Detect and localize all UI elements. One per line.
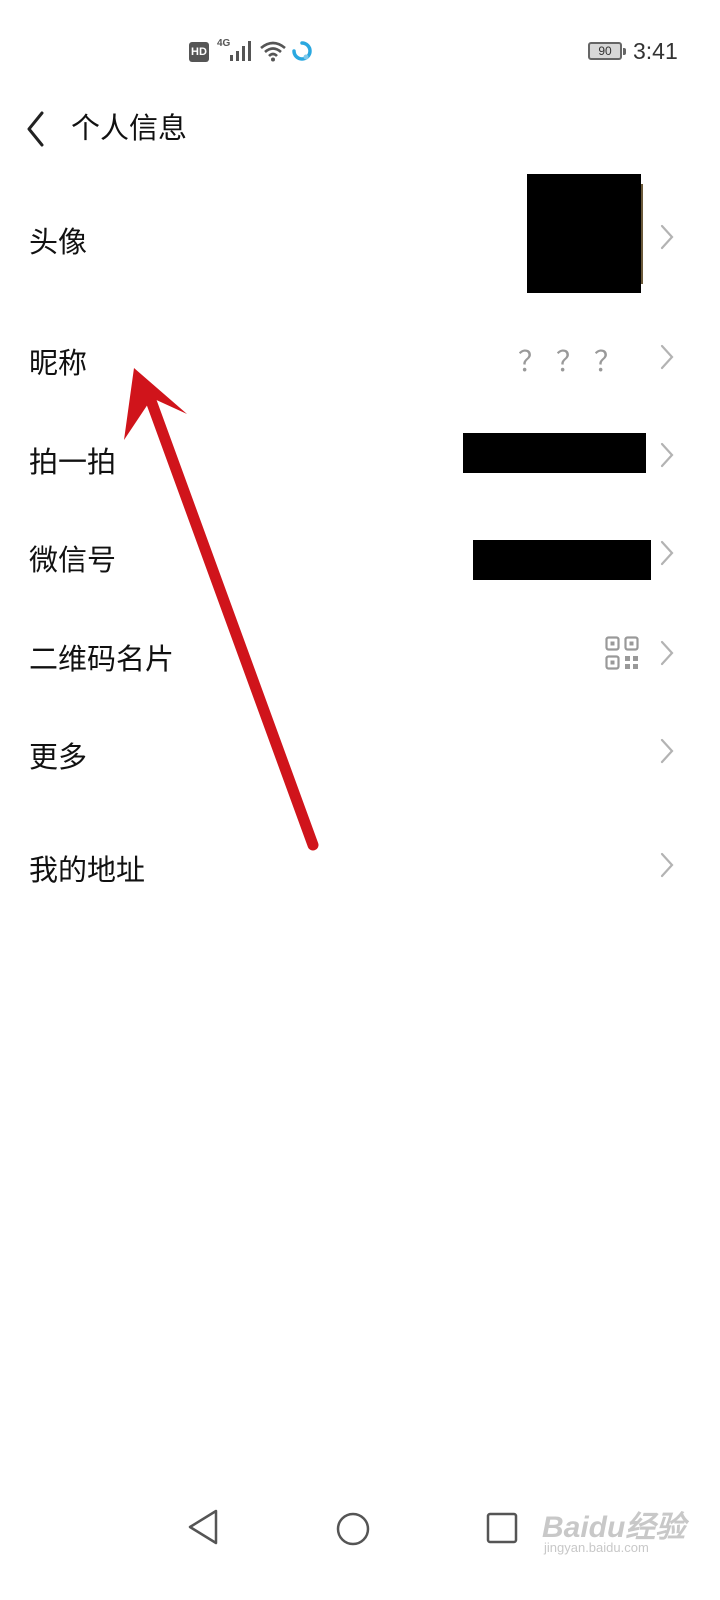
signal-icon — [230, 41, 251, 61]
chevron-right-icon — [660, 442, 674, 468]
battery-icon: 90 — [588, 42, 626, 60]
nav-back-icon[interactable] — [186, 1508, 220, 1546]
row-label: 更多 — [29, 740, 88, 774]
redacted-pat-value — [463, 433, 646, 473]
qr-code-icon — [605, 636, 639, 670]
row-label: 微信号 — [29, 543, 117, 577]
chevron-right-icon — [660, 540, 674, 566]
chevron-left-icon[interactable] — [16, 101, 56, 149]
row-label: 我的地址 — [29, 853, 146, 887]
header: 个人信息 — [0, 95, 720, 155]
chevron-right-icon — [660, 852, 674, 878]
app-notification-icon — [292, 41, 312, 61]
nav-recent-icon[interactable] — [486, 1512, 518, 1544]
nickname-value: ？？？ — [517, 346, 632, 377]
list-item-address[interactable]: 我的地址 — [0, 820, 720, 910]
redacted-wechat-id-value — [473, 540, 651, 580]
chevron-right-icon — [660, 344, 674, 370]
avatar[interactable] — [527, 174, 641, 293]
chevron-right-icon — [660, 738, 674, 764]
list-item-nickname[interactable]: 昵称 ？？？ — [0, 315, 720, 400]
watermark-sub: jingyan.baidu.com — [544, 1540, 649, 1555]
row-label: 拍一拍 — [29, 445, 117, 479]
row-label: 二维码名片 — [29, 642, 175, 676]
chevron-right-icon — [660, 224, 674, 250]
list-item-more[interactable]: 更多 — [0, 710, 720, 800]
row-label: 头像 — [29, 225, 88, 259]
wifi-icon — [260, 41, 286, 62]
status-time: 3:41 — [633, 38, 678, 64]
chevron-right-icon — [660, 640, 674, 666]
watermark: Baidu经验 jingyan.baidu.com — [540, 1500, 710, 1560]
row-label: 昵称 — [29, 346, 88, 380]
hd-icon: HD — [189, 42, 209, 62]
status-bar: HD 4G 90 3:41 — [0, 0, 720, 100]
nav-home-icon[interactable] — [336, 1512, 370, 1546]
page-title: 个人信息 — [71, 111, 188, 145]
